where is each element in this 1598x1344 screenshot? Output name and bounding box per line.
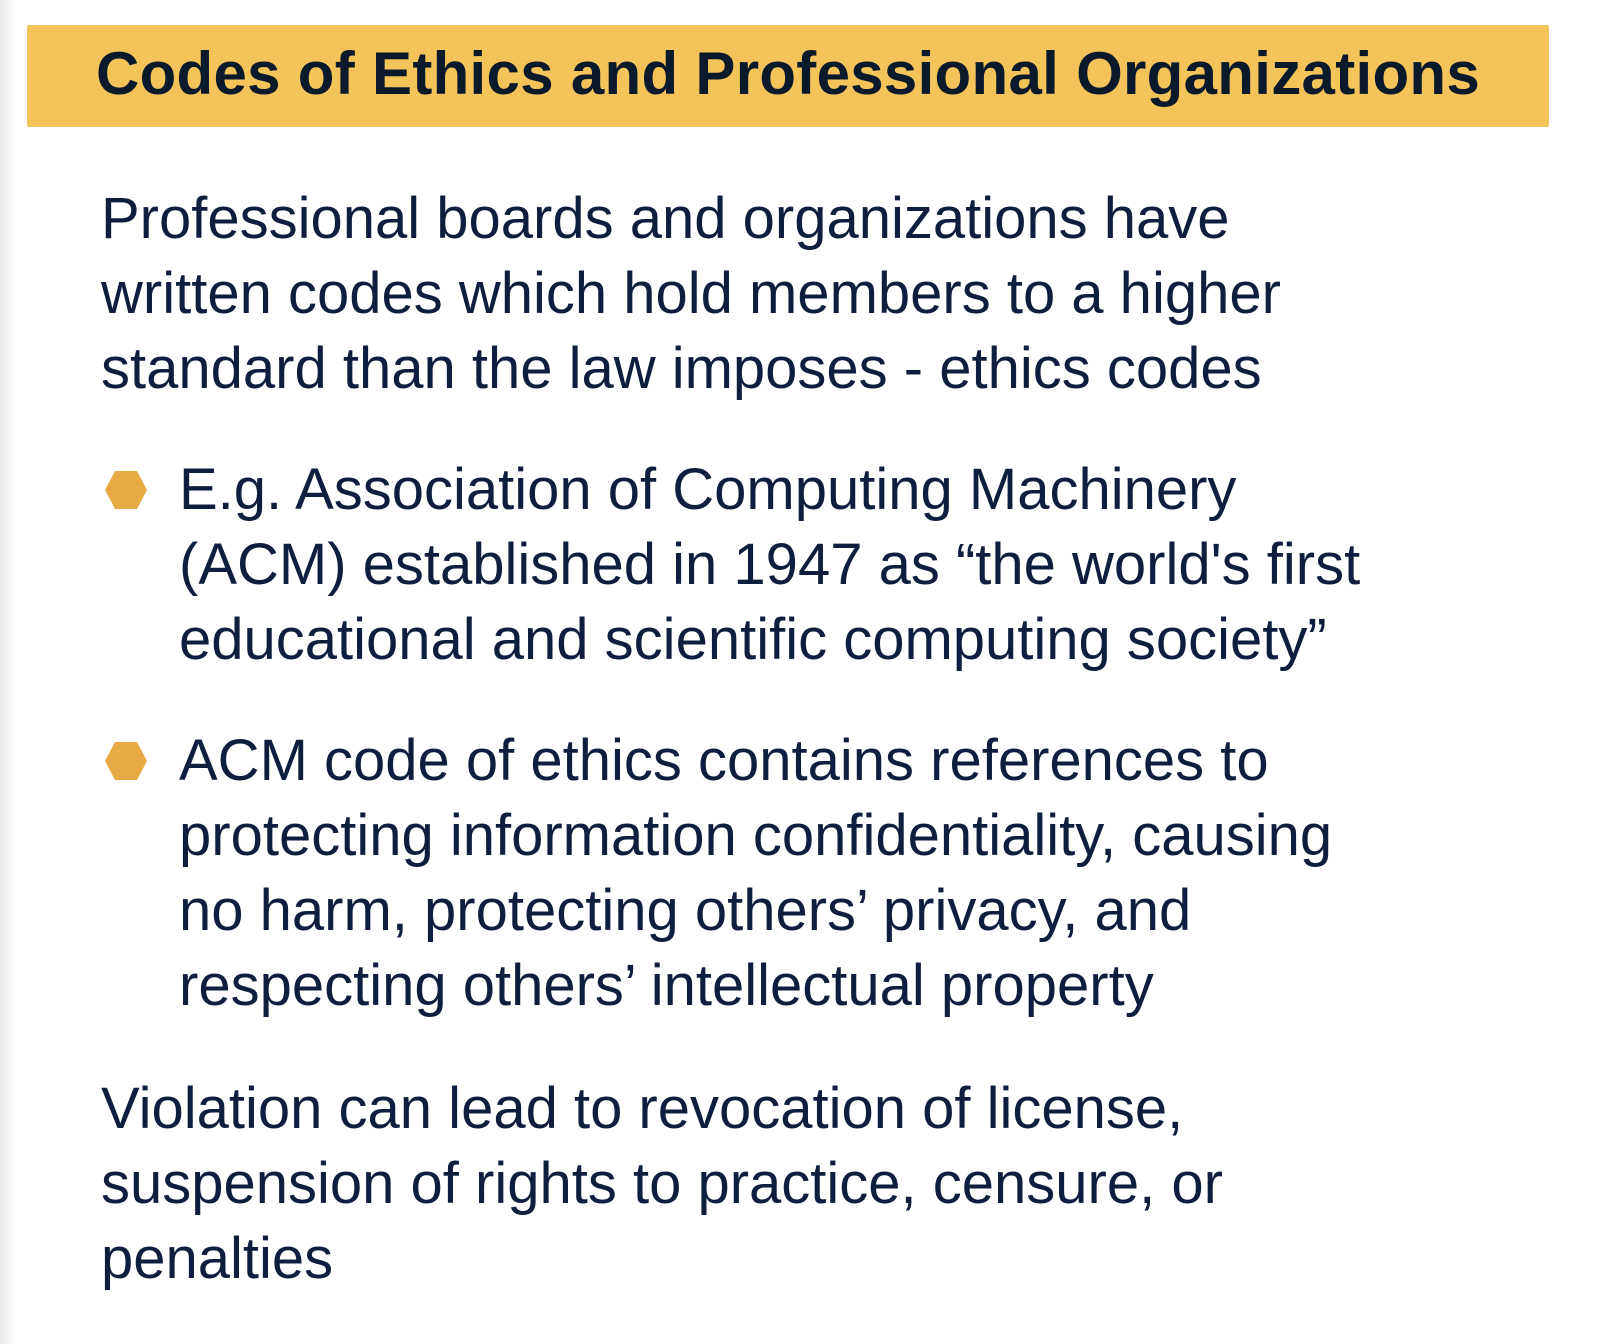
bullet-line: E.g. Association of Computing Machinery xyxy=(179,457,1237,522)
intro-line: written codes which hold members to a hi… xyxy=(101,261,1281,326)
title-bar: Codes of Ethics and Professional Organiz… xyxy=(27,25,1549,127)
bullet-line: no harm, protecting others’ privacy, and xyxy=(179,878,1192,943)
bullet-line: (ACM) established in 1947 as “the world'… xyxy=(179,532,1361,597)
closing-line: penalties xyxy=(101,1226,334,1291)
closing-line: suspension of rights to practice, censur… xyxy=(101,1151,1223,1216)
slide-left-edge xyxy=(0,0,16,1344)
bullet-line: respecting others’ intellectual property xyxy=(179,953,1154,1018)
bullet-line: educational and scientific computing soc… xyxy=(179,607,1327,672)
hexagon-bullet-icon xyxy=(105,471,147,509)
closing-paragraph: Violation can lead to revocation of lice… xyxy=(101,1071,1501,1296)
closing-line: Violation can lead to revocation of lice… xyxy=(101,1076,1184,1141)
bullet-line: ACM code of ethics contains references t… xyxy=(179,728,1269,793)
bullet-line: protecting information confidentiality, … xyxy=(179,803,1333,868)
hexagon-bullet-icon xyxy=(105,742,147,780)
bullet-item-acm-established: E.g. Association of Computing Machinery … xyxy=(179,452,1569,677)
intro-line: Professional boards and organizations ha… xyxy=(101,186,1230,251)
intro-paragraph: Professional boards and organizations ha… xyxy=(101,181,1501,406)
bullet-item-acm-code: ACM code of ethics contains references t… xyxy=(179,723,1569,1023)
intro-line: standard than the law imposes - ethics c… xyxy=(101,336,1262,401)
slide-title: Codes of Ethics and Professional Organiz… xyxy=(95,39,1481,107)
